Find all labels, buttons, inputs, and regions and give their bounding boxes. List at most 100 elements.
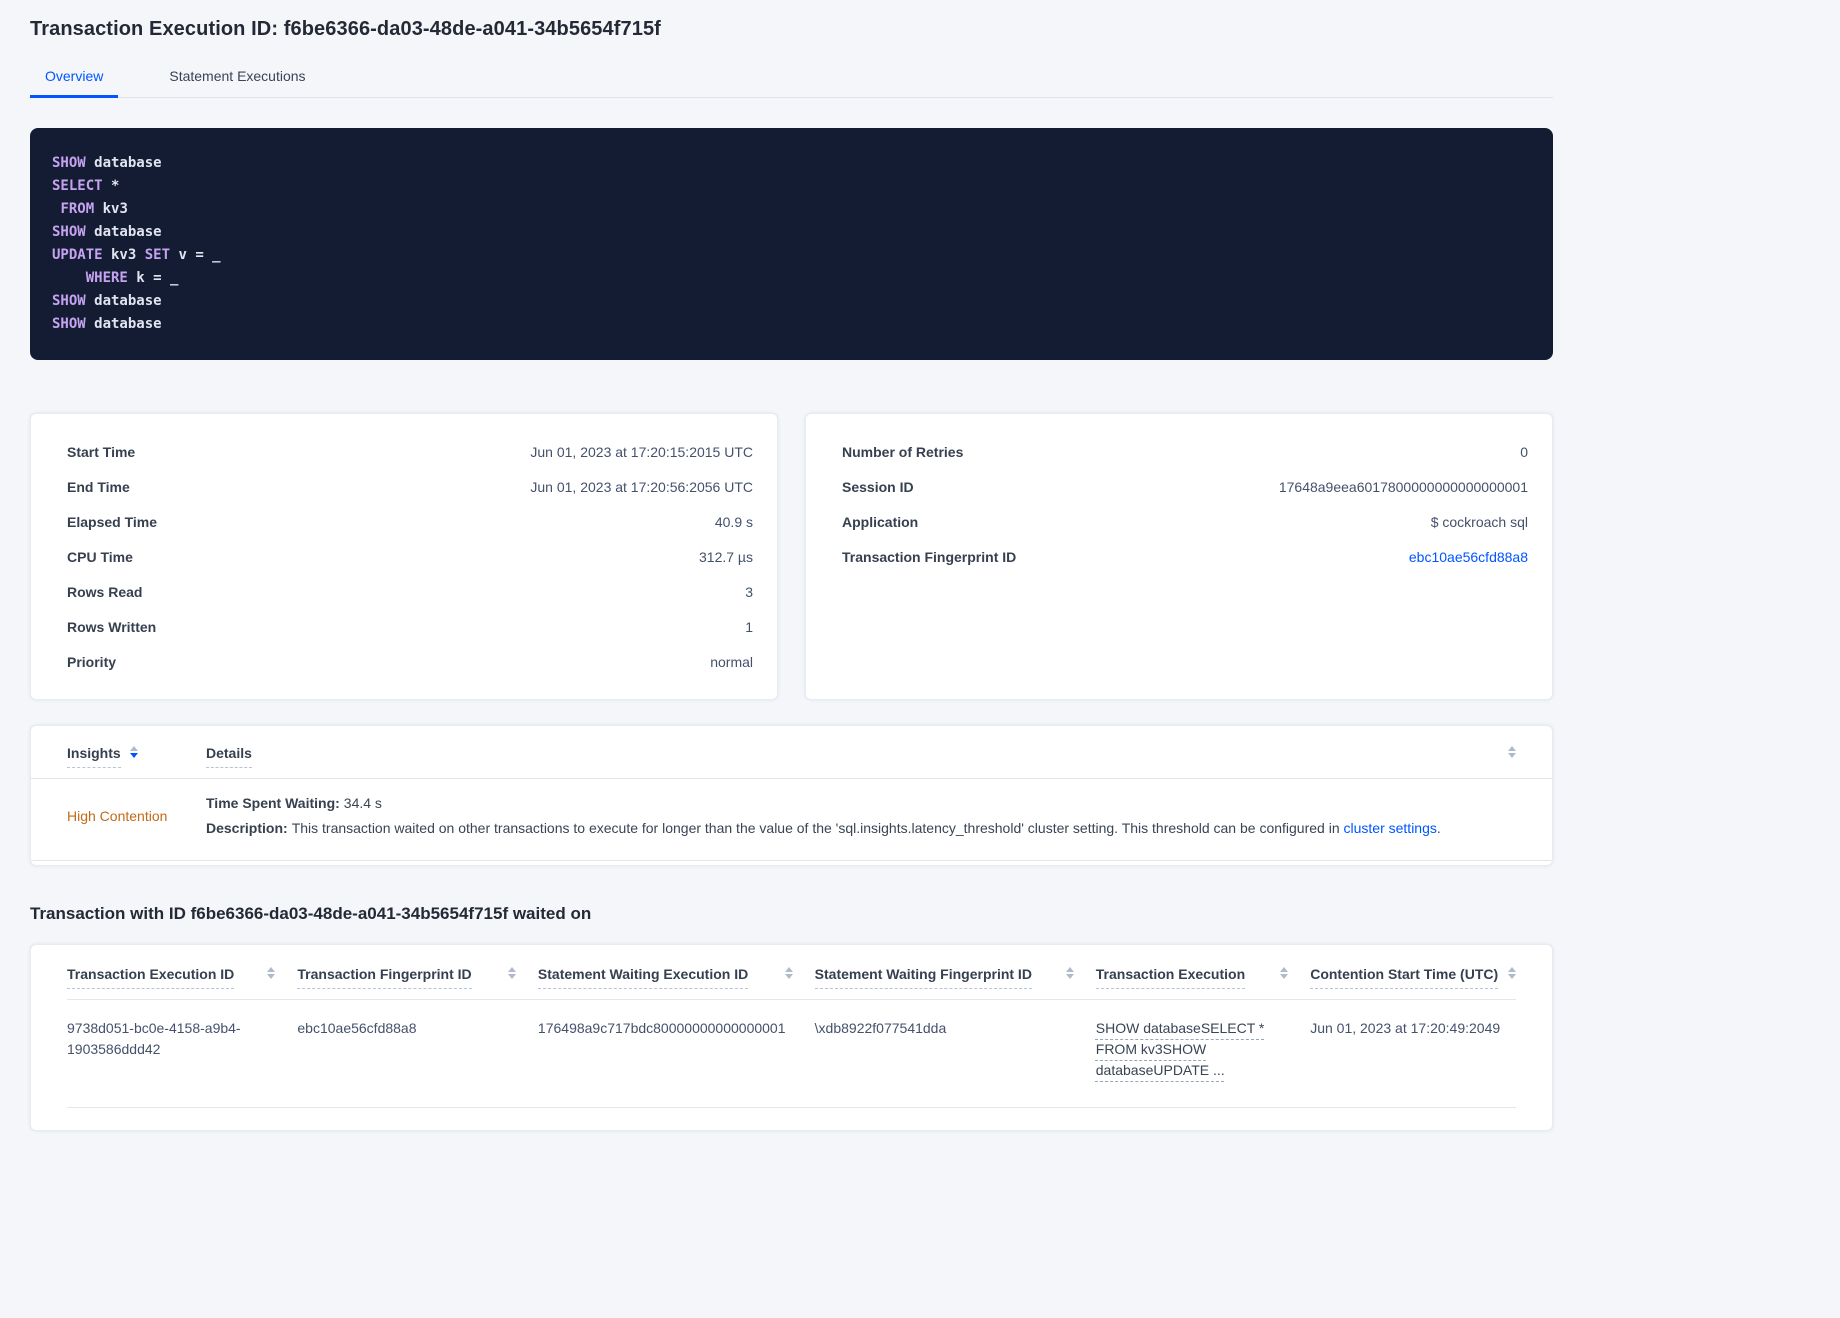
- transaction-details-page: Transaction Execution ID: f6be6366-da03-…: [30, 0, 1553, 1171]
- sort-asc-arrow: [1508, 967, 1516, 972]
- column-header-label: Statement Waiting Fingerprint ID: [814, 966, 1032, 989]
- sql-text: k = _: [127, 270, 179, 286]
- page-title: Transaction Execution ID: f6be6366-da03-…: [30, 18, 661, 40]
- summary-row-rows-written: Rows Written 1: [67, 609, 753, 644]
- sort-icon: [1508, 967, 1516, 979]
- row-label: Elapsed Time: [67, 513, 158, 530]
- sort-desc-arrow: [1065, 974, 1074, 979]
- sort-icon: [784, 967, 793, 979]
- insights-table-card: Insights Details High Contention Time Sp…: [30, 725, 1553, 866]
- summary-row-priority: Priority normal: [67, 644, 753, 679]
- tab-statement-executions[interactable]: Statement Executions: [154, 57, 320, 98]
- row-value: $ cockroach sql: [1430, 513, 1528, 530]
- column-header-label: Statement Waiting Execution ID: [537, 966, 749, 989]
- sql-keyword: SELECT: [52, 178, 103, 194]
- column-header-statement-waiting-execution-id[interactable]: Statement Waiting Execution ID: [537, 966, 815, 989]
- column-header-label: Insights: [67, 745, 121, 768]
- row-label: Number of Retries: [842, 443, 964, 460]
- time-spent-waiting-label: Time Spent Waiting:: [206, 795, 340, 811]
- sql-text: database: [85, 155, 162, 171]
- sql-keyword: UPDATE: [52, 247, 103, 263]
- sort-desc-arrow: [129, 753, 138, 758]
- timing-summary-card: Start Time Jun 01, 2023 at 17:20:15:2015…: [30, 413, 778, 700]
- column-header-insights[interactable]: Insights: [67, 745, 206, 768]
- sql-statement-box: SHOW database SELECT * FROM kv3 SHOW dat…: [30, 128, 1553, 360]
- sort-asc-arrow: [1508, 746, 1516, 751]
- row-label: End Time: [67, 478, 130, 495]
- sql-text: kv3: [102, 247, 145, 263]
- time-spent-waiting-line: Time Spent Waiting: 34.4 s: [206, 795, 1516, 811]
- sort-asc-arrow: [1065, 967, 1074, 972]
- sort-desc-arrow: [784, 974, 793, 979]
- row-value: 17648a9eea6017800000000000000001: [1278, 478, 1528, 495]
- sql-keyword: WHERE: [85, 270, 128, 286]
- sql-keyword: SHOW: [52, 224, 86, 240]
- sort-asc-arrow: [1280, 967, 1289, 972]
- row-value: 3: [745, 583, 753, 600]
- row-value: normal: [710, 653, 753, 670]
- sort-icon: [507, 967, 516, 979]
- waited-on-table-card: Transaction Execution ID Transaction Fin…: [30, 944, 1553, 1131]
- transaction-execution-statement-link[interactable]: SHOW databaseSELECT * FROM kv3SHOW datab…: [1096, 1020, 1265, 1078]
- time-spent-waiting-value: 34.4 s: [343, 795, 382, 811]
- sort-icon: [267, 967, 276, 979]
- summary-row-cpu-time: CPU Time 312.7 µs: [67, 539, 753, 574]
- sort-desc-arrow: [1508, 753, 1516, 758]
- insight-details-cell: Time Spent Waiting: 34.4 s Description: Th…: [206, 795, 1516, 836]
- row-value: Jun 01, 2023 at 17:20:15:2015 UTC: [530, 443, 753, 460]
- description-suffix: .: [1436, 820, 1441, 836]
- row-label: Priority: [67, 653, 117, 670]
- cell-transaction-execution: SHOW databaseSELECT * FROM kv3SHOW datab…: [1096, 1018, 1310, 1081]
- column-header-transaction-execution-id[interactable]: Transaction Execution ID: [67, 966, 297, 989]
- sql-line: SHOW database: [52, 221, 1531, 244]
- column-header-details[interactable]: Details: [206, 745, 1516, 768]
- sql-keyword: SHOW: [52, 293, 86, 309]
- sql-text: database: [85, 316, 162, 332]
- session-summary-card: Number of Retries 0 Session ID 17648a9ee…: [805, 413, 1553, 700]
- summary-cards-row: Start Time Jun 01, 2023 at 17:20:15:2015…: [30, 413, 1553, 700]
- sort-asc-arrow: [129, 746, 138, 751]
- cell-statement-waiting-execution-id: 176498a9c717bdc80000000000000001: [537, 1020, 786, 1036]
- row-value: 1: [745, 618, 753, 635]
- cluster-settings-link[interactable]: cluster settings: [1344, 820, 1437, 836]
- sort-icon: [1280, 967, 1289, 979]
- sql-keyword: FROM: [60, 201, 95, 217]
- sql-line: SHOW database: [52, 313, 1531, 336]
- summary-row-end-time: End Time Jun 01, 2023 at 17:20:56:2056 U…: [67, 469, 753, 504]
- row-label: Start Time: [67, 443, 136, 460]
- sql-line: WHERE k = _: [52, 267, 1531, 290]
- insights-table-header: Insights Details: [31, 726, 1552, 779]
- summary-row-transaction-fingerprint: Transaction Fingerprint ID ebc10ae56cfd8…: [842, 539, 1528, 574]
- column-header-contention-start-time[interactable]: Contention Start Time (UTC): [1310, 966, 1516, 989]
- sql-text: v = _: [170, 247, 221, 263]
- sql-text: database: [85, 293, 162, 309]
- row-value: 40.9 s: [714, 513, 753, 530]
- sql-line: UPDATE kv3 SET v = _: [52, 244, 1531, 267]
- tab-overview[interactable]: Overview: [30, 57, 119, 98]
- row-label: CPU Time: [67, 548, 133, 565]
- row-label: Application: [842, 513, 919, 530]
- cell-statement-waiting-fingerprint-id: \xdb8922f077541dda: [814, 1020, 947, 1036]
- sort-desc-arrow: [267, 974, 276, 979]
- summary-row-session-id: Session ID 17648a9eea6017800000000000000…: [842, 469, 1528, 504]
- description-line: Description: This transaction waited on o…: [206, 820, 1516, 836]
- column-header-transaction-execution[interactable]: Transaction Execution: [1095, 966, 1310, 989]
- column-header-label: Transaction Execution ID: [67, 966, 235, 989]
- sql-line: SHOW database: [52, 152, 1531, 175]
- row-value: 312.7 µs: [699, 548, 753, 565]
- row-value: 0: [1520, 443, 1528, 460]
- sort-icon: [1065, 967, 1074, 979]
- transaction-fingerprint-link[interactable]: ebc10ae56cfd88a8: [1409, 549, 1528, 565]
- sort-icon: [129, 746, 138, 758]
- sort-asc-arrow: [267, 967, 276, 972]
- cell-transaction-execution-id: 9738d051-bc0e-4158-a9b4-1903586ddd42: [67, 1020, 241, 1057]
- column-header-transaction-fingerprint-id[interactable]: Transaction Fingerprint ID: [297, 966, 538, 989]
- column-header-label: Transaction Fingerprint ID: [297, 966, 472, 989]
- cell-transaction-fingerprint-id: ebc10ae56cfd88a8: [297, 1020, 417, 1036]
- column-header-label: Details: [206, 745, 252, 768]
- column-header-statement-waiting-fingerprint-id[interactable]: Statement Waiting Fingerprint ID: [814, 966, 1096, 989]
- column-header-label: Contention Start Time (UTC): [1310, 966, 1499, 989]
- sort-desc-arrow: [1280, 974, 1289, 979]
- insight-row: High Contention Time Spent Waiting: 34.4 …: [31, 779, 1552, 861]
